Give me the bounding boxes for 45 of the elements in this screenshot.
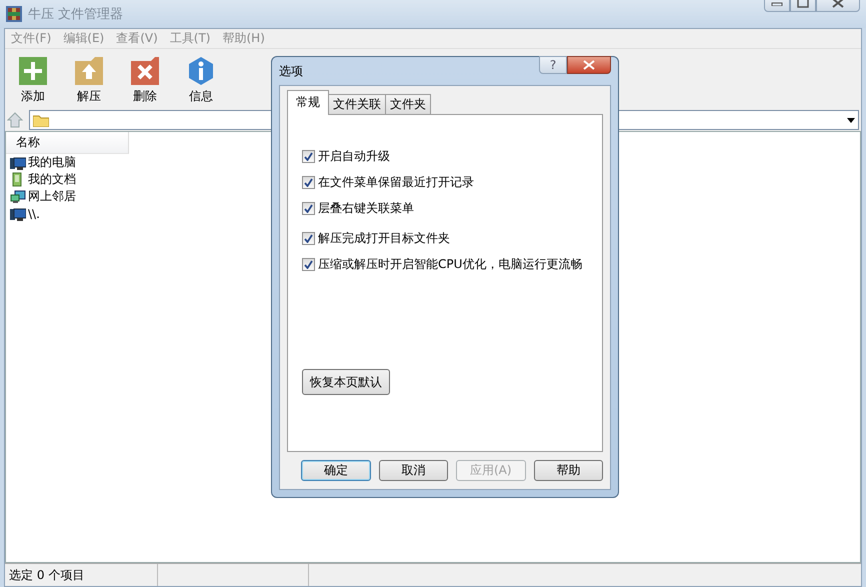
list-item[interactable]: \\.	[28, 206, 40, 220]
option-label[interactable]: 压缩或解压时开启智能CPU优化，电脑运行更流畅	[318, 256, 582, 272]
close-icon	[583, 60, 595, 70]
window-title: 牛压 文件管理器	[28, 6, 124, 23]
checkbox[interactable]	[302, 232, 315, 244]
tab[interactable]: 文件夹	[385, 94, 431, 114]
maximize-icon	[797, 0, 809, 8]
dialog-title: 选项	[279, 62, 304, 80]
checkbox[interactable]	[302, 150, 315, 162]
list-item[interactable]: 我的文档	[28, 171, 76, 188]
folder-icon	[33, 114, 49, 126]
info-icon	[187, 57, 215, 85]
help-button[interactable]: ?	[539, 56, 567, 74]
toolbar-button[interactable]: 添加	[15, 57, 51, 105]
folder-up-arrow-icon	[75, 57, 103, 85]
tab[interactable]: 常规	[287, 90, 329, 115]
toolbar-button[interactable]: 删除	[127, 57, 163, 105]
column-header[interactable]: 名称	[6, 132, 129, 154]
computer-icon	[10, 206, 26, 220]
dialog-button[interactable]: 取消	[378, 460, 448, 481]
status-text: 选定 0 个项目	[5, 564, 158, 586]
dropdown-arrow-icon[interactable]	[847, 118, 855, 122]
close-button[interactable]	[567, 56, 611, 74]
close-icon	[832, 0, 844, 8]
computer-icon	[10, 156, 26, 170]
dialog-button[interactable]: 帮助	[534, 460, 603, 481]
tab[interactable]: 文件关联	[328, 94, 386, 114]
network-computer-icon	[10, 190, 26, 204]
plus-icon	[19, 57, 47, 85]
dialog-button[interactable]: 确定	[301, 460, 370, 481]
option-label[interactable]: 解压完成打开目标文件夹	[318, 230, 450, 246]
toolbar-button[interactable]: 信息	[183, 57, 219, 105]
delete-icon	[131, 57, 159, 85]
app-logo-icon	[6, 6, 22, 22]
checkbox[interactable]	[302, 258, 315, 270]
checkbox[interactable]	[302, 202, 315, 214]
restore-defaults-button[interactable]: 恢复本页默认	[302, 369, 390, 395]
toolbar-button[interactable]: 解压	[71, 57, 107, 105]
option-label[interactable]: 开启自动升级	[318, 148, 390, 164]
list-item[interactable]: 我的电脑	[28, 154, 76, 171]
checkbox[interactable]	[302, 176, 315, 188]
minimize-icon	[771, 0, 783, 6]
option-label[interactable]: 在文件菜单保留最近打开记录	[318, 174, 474, 190]
list-item[interactable]: 网上邻居	[28, 188, 76, 205]
option-label[interactable]: 层叠右键关联菜单	[318, 200, 414, 216]
